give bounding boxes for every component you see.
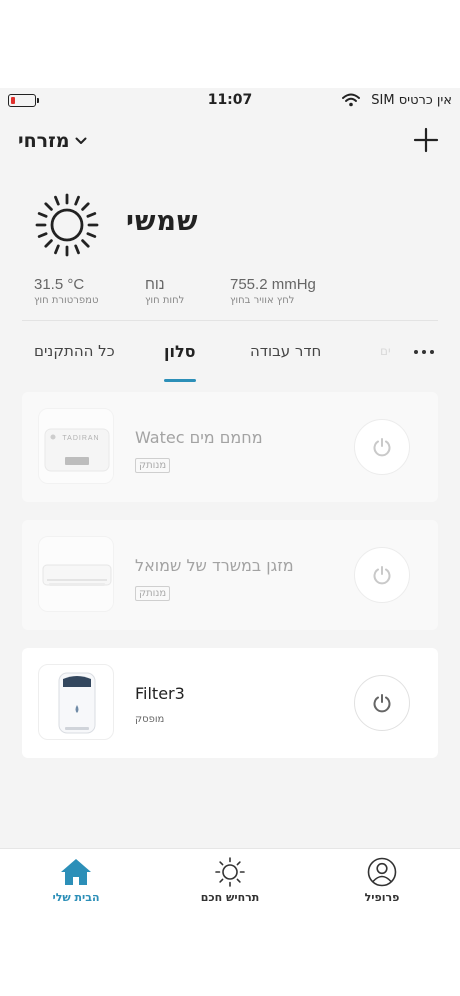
add-icon[interactable] bbox=[412, 126, 440, 154]
power-icon bbox=[373, 566, 391, 585]
device-image-air-purifier bbox=[38, 664, 114, 740]
location-name: מזרחי bbox=[18, 130, 70, 152]
active-tab-indicator bbox=[164, 379, 196, 382]
stat-value: נוח bbox=[145, 276, 165, 293]
stat-label: לחץ אוויר בחוץ bbox=[230, 295, 295, 306]
stat-label: לחות חוץ bbox=[145, 295, 185, 306]
carrier-label: אין כרטיס SIM bbox=[371, 93, 452, 108]
tab-living-room[interactable]: סלון bbox=[164, 342, 196, 361]
device-image-air-conditioner bbox=[38, 536, 114, 612]
bottom-navigation: הבית שלי תרחיש חכם פרופיל bbox=[0, 848, 460, 919]
top-blank-area bbox=[0, 0, 460, 88]
power-icon bbox=[373, 438, 391, 457]
nav-home[interactable]: הבית שלי bbox=[26, 857, 126, 904]
weather-condition: שמשי bbox=[126, 206, 199, 237]
device-image-water-heater: TADIRAN bbox=[38, 408, 114, 484]
device-status: מופסק bbox=[135, 714, 165, 725]
device-card[interactable]: Filter3 מופסק bbox=[22, 648, 438, 758]
device-card[interactable]: TADIRAN Watec מחמם מים מנותק bbox=[22, 392, 438, 502]
sun-icon bbox=[35, 193, 99, 257]
power-button[interactable] bbox=[354, 419, 410, 475]
device-name: מזגן במשרד של שמואל bbox=[135, 556, 294, 575]
stat-outdoor-pressure: 755.2 mmHg לחץ אוויר בחוץ bbox=[230, 276, 316, 306]
home-icon bbox=[61, 859, 91, 885]
stat-outdoor-temperature: 31.5 °C טמפרטורת חוץ bbox=[34, 276, 98, 306]
device-status-badge: מנותק bbox=[135, 458, 171, 473]
location-selector[interactable]: מזרחי bbox=[18, 130, 87, 152]
device-name: Watec מחמם מים bbox=[135, 428, 263, 447]
power-button[interactable] bbox=[354, 675, 410, 731]
nav-profile[interactable]: פרופיל bbox=[332, 857, 432, 904]
nav-label: תרחיש חכם bbox=[200, 891, 260, 904]
nav-label: הבית שלי bbox=[52, 891, 100, 904]
power-icon bbox=[373, 694, 391, 713]
stat-outdoor-humidity: נוח לחות חוץ bbox=[145, 276, 184, 306]
device-name: Filter3 bbox=[135, 684, 185, 703]
brand-logo-text: TADIRAN bbox=[62, 435, 99, 442]
status-bar: 11:07 אין כרטיס SIM bbox=[0, 88, 460, 114]
tab-study-room[interactable]: חדר עבודה bbox=[250, 342, 321, 360]
app-screen: 11:07 אין כרטיס SIM מזרחי שמשי 31.5 °C ט… bbox=[0, 88, 460, 848]
device-status-badge: מנותק bbox=[135, 586, 171, 601]
stat-value: 755.2 mmHg bbox=[230, 276, 316, 293]
nav-smart-scene[interactable]: תרחיש חכם bbox=[180, 857, 280, 904]
nav-label: פרופיל bbox=[364, 891, 400, 904]
sun-icon bbox=[215, 857, 245, 887]
more-tabs-icon[interactable] bbox=[414, 350, 434, 354]
wifi-icon bbox=[342, 93, 360, 107]
divider bbox=[22, 320, 438, 321]
stat-label: טמפרטורת חוץ bbox=[34, 295, 99, 306]
tab-all-devices[interactable]: כל ההתקנים bbox=[34, 342, 115, 360]
device-card[interactable]: מזגן במשרד של שמואל מנותק bbox=[22, 520, 438, 630]
chevron-down-icon bbox=[75, 137, 87, 144]
stat-value: 31.5 °C bbox=[34, 276, 85, 293]
profile-icon bbox=[367, 857, 397, 887]
power-button[interactable] bbox=[354, 547, 410, 603]
tab-overflow-partial[interactable]: ים bbox=[380, 344, 391, 358]
